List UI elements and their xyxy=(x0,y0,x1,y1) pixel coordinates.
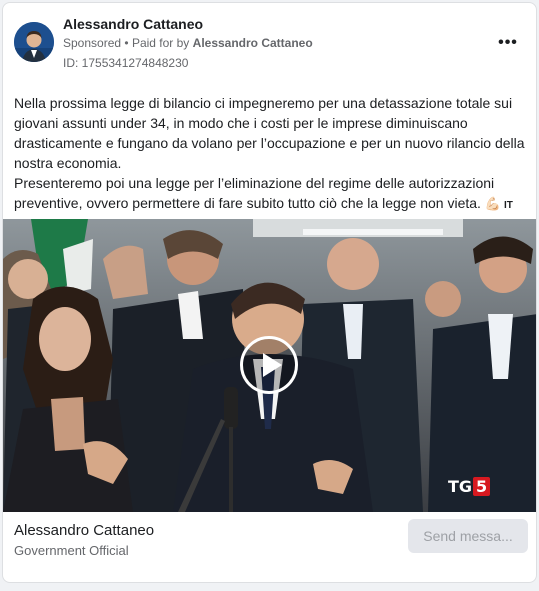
send-message-button[interactable]: Send messa... xyxy=(408,519,528,553)
sponsored-line: Sponsored • Paid for by Alessandro Catta… xyxy=(63,36,313,50)
body-paragraph-2-text: Presenteremo poi una legge per l’elimina… xyxy=(14,175,495,211)
more-options-icon: ••• xyxy=(498,34,518,51)
body-paragraph-1: Nella prossima legge di bilancio ci impe… xyxy=(14,95,525,171)
footer-category: Government Official xyxy=(14,543,129,558)
video-media[interactable]: TG 5 xyxy=(3,219,536,512)
avatar[interactable] xyxy=(14,22,54,62)
paid-for-by: Alessandro Cattaneo xyxy=(192,36,313,50)
ad-header: Alessandro Cattaneo Sponsored • Paid for… xyxy=(3,3,536,83)
footer-page-name[interactable]: Alessandro Cattaneo xyxy=(14,522,154,539)
play-icon xyxy=(263,353,282,377)
play-button[interactable] xyxy=(240,336,298,394)
language-flag: IT xyxy=(504,200,513,211)
ad-footer: Alessandro Cattaneo Government Official … xyxy=(3,512,536,582)
tg5-watermark: TG 5 xyxy=(448,477,491,496)
avatar-image xyxy=(14,22,54,62)
ad-id: ID: 1755341274848230 xyxy=(63,56,189,70)
ad-body-text: Nella prossima legge di bilancio ci impe… xyxy=(14,93,529,216)
paid-for-prefix: Paid for by xyxy=(131,36,190,50)
flexed-biceps-icon: 💪🏻 xyxy=(484,196,502,211)
tg5-watermark-prefix: TG xyxy=(448,477,473,496)
tg5-watermark-number: 5 xyxy=(473,477,491,496)
more-options-button[interactable]: ••• xyxy=(496,33,520,53)
body-paragraph-2: Presenteremo poi una legge per l’elimina… xyxy=(14,173,529,216)
page-name[interactable]: Alessandro Cattaneo xyxy=(63,16,203,32)
separator: • xyxy=(124,36,129,50)
ad-card: Alessandro Cattaneo Sponsored • Paid for… xyxy=(2,2,537,583)
sponsored-label: Sponsored xyxy=(63,36,122,50)
